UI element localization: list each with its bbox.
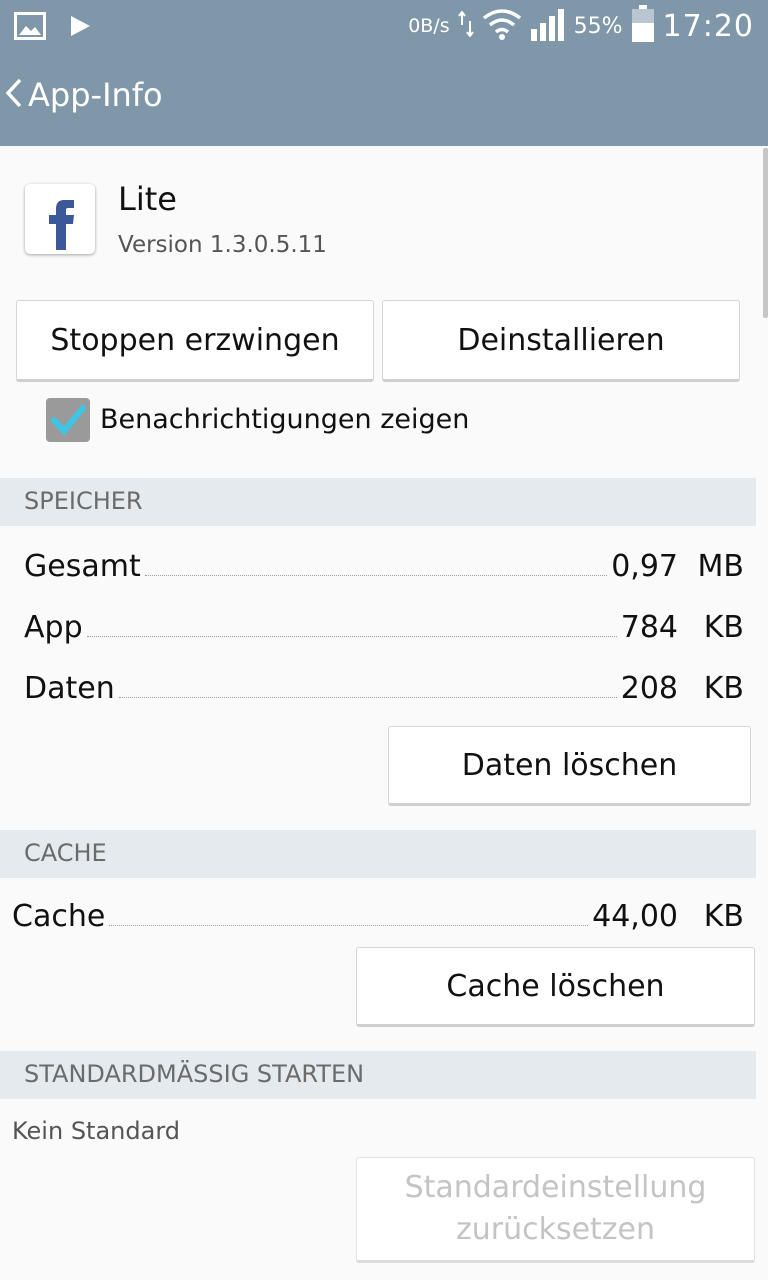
row-unit: KB [703,899,744,934]
data-transfer-icon [457,10,474,41]
facebook-lite-icon [25,184,95,254]
defaults-status: Kein Standard [12,1117,180,1145]
chevron-left-icon[interactable] [4,77,24,113]
storage-row-app: App 784 KB [24,605,744,645]
force-stop-button[interactable]: Stoppen erzwingen [16,300,374,382]
row-label: Daten [24,671,115,706]
dotted-leader [144,575,608,576]
clear-data-button[interactable]: Daten löschen [388,726,751,806]
dotted-leader [118,697,617,698]
storage-row-total: Gesamt 0,97 MB [24,544,744,584]
reset-defaults-button[interactable]: Standardeinstellung zurücksetzen [356,1157,755,1263]
clear-cache-button[interactable]: Cache löschen [356,947,755,1027]
page-title: App-Info [28,76,163,114]
row-unit: KB [703,610,744,645]
reset-defaults-label-line2: zurücksetzen [455,1212,656,1247]
row-label: Cache [12,899,106,934]
app-name: Lite [118,180,177,218]
clock: 17:20 [662,8,754,44]
storage-header-label: SPEICHER [24,487,143,515]
row-label: App [24,610,83,645]
back-button[interactable]: App-Info [4,76,163,114]
gallery-icon [14,12,46,44]
uninstall-button[interactable]: Deinstallieren [382,300,740,382]
dotted-leader [86,636,617,637]
battery-percent: 55% [573,13,623,39]
scrollbar[interactable] [763,148,768,318]
play-icon [68,14,92,42]
status-bar: 0B/s 55% 17:20 [0,0,768,50]
storage-row-data: Daten 208 KB [24,666,744,706]
net-speed: 0B/s [408,15,450,37]
battery-icon [631,5,655,47]
defaults-section-header: STANDARDMÄSSIG STARTEN [0,1051,756,1099]
row-value: 0,97 [611,549,678,584]
row-unit: MB [697,549,744,584]
app-version: Version 1.3.0.5.11 [118,232,327,258]
row-value: 784 [620,610,678,645]
checkmark-icon [51,405,86,436]
cache-header-label: CACHE [24,839,107,867]
cache-row: Cache 44,00 KB [12,894,744,934]
row-value: 208 [620,671,678,706]
row-unit: KB [703,671,744,706]
dotted-leader [109,925,589,926]
wifi-icon [482,8,522,44]
storage-section-header: SPEICHER [0,478,756,526]
cache-section-header: CACHE [0,830,756,878]
row-label: Gesamt [24,549,141,584]
action-bar: App-Info [0,50,768,146]
notifications-checkbox[interactable] [46,398,90,442]
signal-icon [530,7,566,45]
reset-defaults-label-line1: Standardeinstellung [404,1170,707,1205]
notifications-label: Benachrichtigungen zeigen [100,404,470,435]
defaults-header-label: STANDARDMÄSSIG STARTEN [24,1060,365,1088]
row-value: 44,00 [592,899,678,934]
